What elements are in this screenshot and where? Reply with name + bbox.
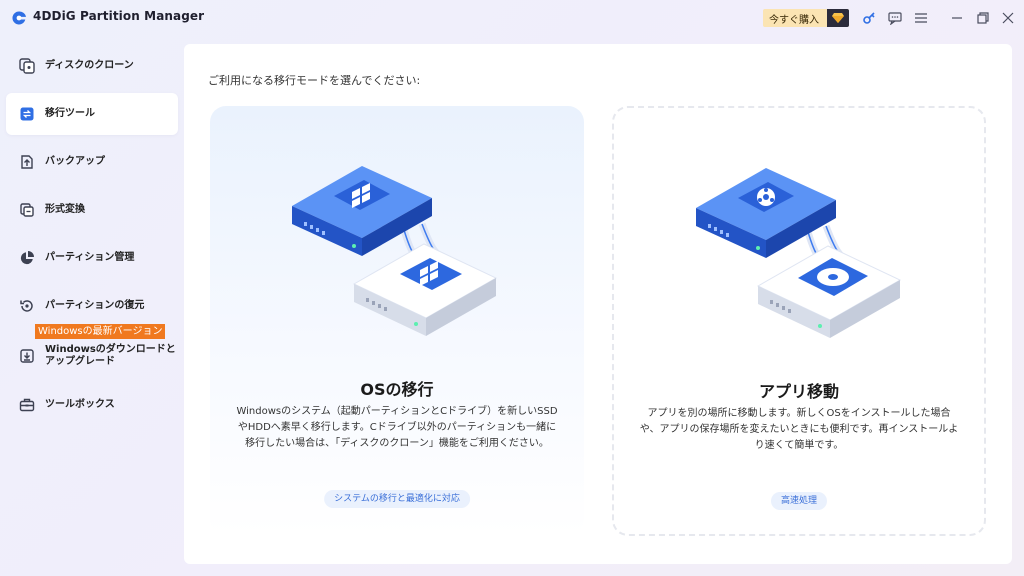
buy-now-label: 今すぐ購入	[769, 14, 819, 26]
close-icon[interactable]	[999, 9, 1017, 27]
sidebar-item-backup[interactable]: バックアップ	[6, 141, 178, 183]
sidebar-item-label-line2: アップグレード	[45, 356, 115, 367]
migrate-icon	[18, 105, 36, 123]
sidebar: ディスクのクローン 移行ツール バックアップ 形式変換 パーティション管理 パー…	[0, 44, 184, 564]
title-bar: 4DDiG Partition Manager 今すぐ購入	[0, 0, 1024, 36]
sidebar-item-label: パーティション管理	[45, 252, 135, 263]
key-icon[interactable]	[860, 9, 878, 27]
sidebar-item-label: Windowsのダウンロードと アップグレード	[45, 344, 176, 368]
feedback-icon[interactable]	[886, 9, 904, 27]
sidebar-item-partition-management[interactable]: パーティション管理	[6, 237, 178, 279]
partition-icon	[18, 249, 36, 267]
app-migration-illustration	[686, 148, 916, 348]
sidebar-item-label: 形式変換	[45, 204, 85, 215]
toolbox-icon	[18, 396, 36, 414]
sidebar-item-format-convert[interactable]: 形式変換	[6, 189, 178, 231]
buy-now-button[interactable]: 今すぐ購入	[763, 9, 849, 27]
restore-icon[interactable]	[974, 9, 992, 27]
sidebar-item-label: ツールボックス	[45, 399, 115, 410]
main-panel: ご利用になる移行モードを選んでください: OSの移行 Windowsのシステム（…	[184, 44, 1012, 564]
new-version-badge: Windowsの最新バージョン	[35, 324, 166, 339]
app-migration-tag: 高速処理	[770, 492, 828, 510]
app-migration-title: アプリ移動	[758, 382, 839, 401]
os-migration-tag: システムの移行と最適化に対応	[324, 490, 470, 508]
sidebar-item-toolbox[interactable]: ツールボックス	[6, 384, 178, 426]
os-migration-illustration	[282, 146, 512, 346]
disk-clone-icon	[18, 57, 36, 75]
backup-icon	[18, 153, 36, 171]
os-migration-card[interactable]: OSの移行 Windowsのシステム（起動パーティションとCドライブ）を新しいS…	[210, 106, 584, 536]
app-migration-card[interactable]: アプリ移動 アプリを別の場所に移動します。新しくOSをインストールした場合や、ア…	[612, 106, 986, 536]
sidebar-item-partition-recovery[interactable]: パーティションの復元	[6, 285, 178, 327]
diamond-icon	[827, 9, 849, 27]
convert-icon	[18, 201, 36, 219]
sidebar-item-label: 移行ツール	[45, 108, 95, 119]
os-migration-description: Windowsのシステム（起動パーティションとCドライブ）を新しいSSDやHDD…	[236, 406, 558, 449]
app-logo-icon	[11, 10, 27, 26]
os-migration-title: OSの移行	[360, 380, 434, 399]
app-migration-description: アプリを別の場所に移動します。新しくOSをインストールした場合や、アプリの保存場…	[639, 408, 959, 451]
sidebar-item-windows-download[interactable]: Windowsのダウンロードと アップグレード	[6, 335, 178, 377]
restore-partition-icon	[18, 297, 36, 315]
menu-icon[interactable]	[912, 9, 930, 27]
sidebar-item-label: パーティションの復元	[45, 300, 145, 311]
sidebar-item-migration-tool[interactable]: 移行ツール	[6, 93, 178, 135]
sidebar-item-label-line1: Windowsのダウンロードと	[45, 344, 176, 355]
sidebar-item-label: バックアップ	[45, 156, 105, 167]
app-title: 4DDiG Partition Manager	[33, 9, 205, 23]
download-icon	[18, 347, 36, 365]
minimize-icon[interactable]	[948, 9, 966, 27]
sidebar-item-label: ディスクのクローン	[45, 60, 134, 71]
sidebar-item-disk-clone[interactable]: ディスクのクローン	[6, 45, 178, 87]
mode-prompt: ご利用になる移行モードを選んでください:	[208, 74, 421, 87]
